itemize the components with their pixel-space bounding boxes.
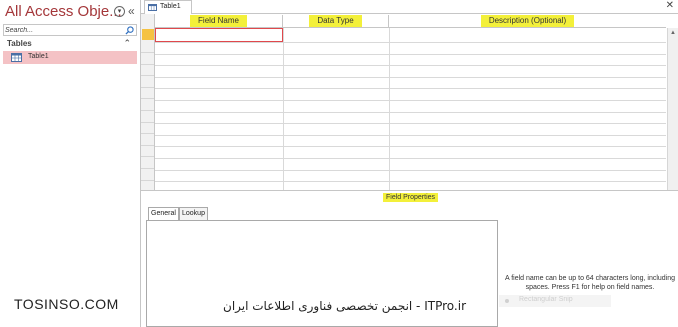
- group-header-tables[interactable]: Tables ⌃: [3, 38, 137, 51]
- column-header-description[interactable]: Description (Optional): [389, 15, 666, 28]
- row-selector-cell[interactable]: [141, 123, 154, 135]
- grid-column-line: [389, 28, 390, 190]
- column-header-label: Field Name: [190, 15, 247, 27]
- ghost-dot-icon: [505, 299, 509, 303]
- chevron-up-icon[interactable]: ⌃: [123, 38, 131, 49]
- help-text: A field name can be up to 64 characters …: [504, 275, 676, 291]
- grid-row-line: [155, 65, 666, 67]
- watermark-tosinso: TOSINSO.COM: [14, 296, 119, 312]
- tab-lookup[interactable]: Lookup: [179, 207, 208, 221]
- table-design-view: Table1 ✕ Field Name Data Type Descriptio…: [141, 0, 678, 327]
- field-grid[interactable]: Field Name Data Type Description (Option…: [141, 14, 678, 191]
- column-header-data-type[interactable]: Data Type: [283, 15, 389, 28]
- field-name-cell-active[interactable]: [155, 28, 283, 42]
- navigation-pane: All Access Obje... ▾ « Tables ⌃ Table1 T…: [0, 0, 141, 327]
- nav-dropdown-icon[interactable]: ▾: [114, 6, 125, 17]
- column-header-label: Description (Optional): [480, 15, 575, 27]
- group-label: Tables: [7, 39, 32, 48]
- grid-row-line: [155, 158, 666, 159]
- nav-item-table1[interactable]: Table1: [3, 51, 137, 64]
- ghost-label: Rectangular Snip: [519, 296, 573, 303]
- ghost-menu-item: Rectangular Snip: [499, 295, 611, 307]
- row-selector-cell[interactable]: [141, 88, 154, 100]
- grid-row-line: [155, 146, 666, 148]
- grid-row-line: [155, 100, 666, 101]
- column-header-label: Data Type: [309, 15, 362, 27]
- shutter-collapse-icon[interactable]: «: [128, 4, 135, 18]
- row-selector-cell[interactable]: [141, 100, 154, 111]
- grid-column-line: [283, 28, 284, 190]
- nav-title[interactable]: All Access Obje...: [5, 3, 122, 20]
- field-properties-label: Field Properties: [383, 193, 439, 202]
- table-icon: [11, 53, 22, 62]
- search-icon[interactable]: [125, 26, 134, 35]
- grid-row-line: [155, 169, 666, 171]
- grid-row-line: [155, 76, 666, 78]
- nav-header: All Access Obje... ▾ «: [0, 0, 141, 24]
- current-row-marker[interactable]: [142, 29, 154, 40]
- grid-row-line: [155, 134, 666, 136]
- row-selector-cell[interactable]: [141, 77, 154, 88]
- nav-search-input[interactable]: [5, 25, 123, 35]
- row-selector-cell[interactable]: [141, 65, 154, 77]
- scroll-up-arrow-icon[interactable]: ▲: [668, 28, 678, 38]
- row-selector-cell[interactable]: [141, 146, 154, 158]
- nav-search-box: [3, 24, 137, 36]
- grid-row-line: [155, 88, 666, 90]
- tab-general[interactable]: General: [148, 207, 179, 221]
- grid-row-line: [155, 42, 666, 43]
- tab-table1[interactable]: Table1: [144, 0, 192, 15]
- grid-row-line: [155, 53, 666, 55]
- row-selector-cell[interactable]: [141, 181, 154, 190]
- row-selector-cell[interactable]: [141, 135, 154, 146]
- row-selector-cell[interactable]: [141, 170, 154, 181]
- grid-row-line: [155, 111, 666, 113]
- grid-row-line: [155, 123, 666, 125]
- nav-item-label: Table1: [28, 53, 49, 60]
- grid-row-line: [155, 181, 666, 183]
- table-icon: [148, 4, 157, 11]
- row-selector-cell[interactable]: [141, 112, 154, 123]
- tab-label: Table1: [160, 3, 181, 10]
- row-selector-cell[interactable]: [141, 54, 154, 65]
- column-header-field-name[interactable]: Field Name: [155, 15, 283, 28]
- vertical-scrollbar[interactable]: ▲ ▼: [667, 28, 678, 190]
- row-selector-cell[interactable]: [141, 158, 154, 169]
- close-icon[interactable]: ✕: [666, 0, 674, 11]
- document-tab-bar: Table1 ✕: [141, 0, 678, 15]
- row-selector-cell[interactable]: [141, 42, 154, 53]
- watermark-itpro: ITPro.ir - انجمن تخصصی فناوری اطلاعات ای…: [223, 299, 466, 313]
